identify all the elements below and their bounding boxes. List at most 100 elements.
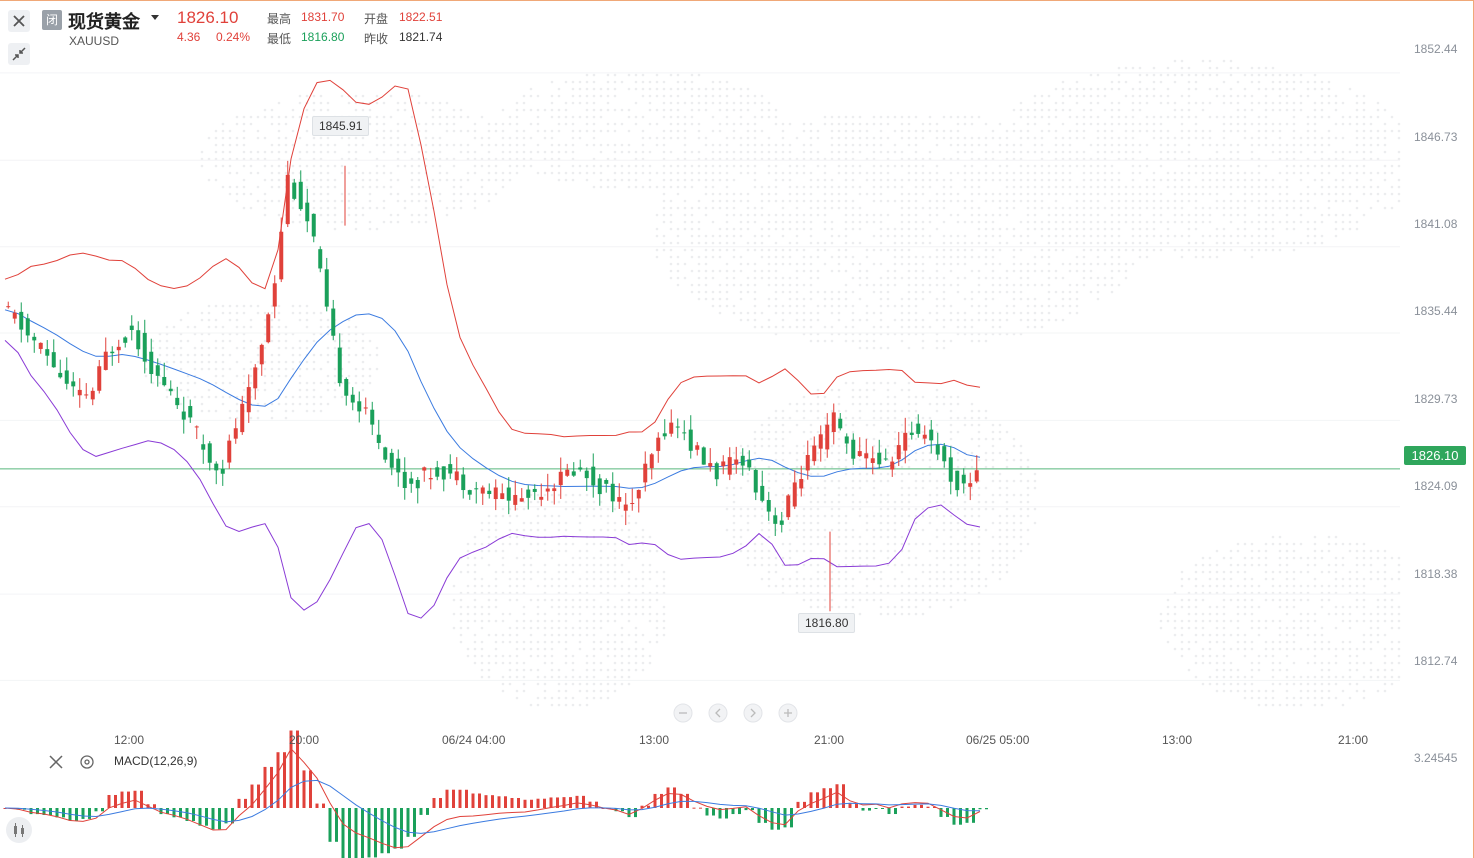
macd-bar bbox=[218, 808, 221, 830]
macd-bar bbox=[829, 788, 832, 808]
macd-bar bbox=[705, 808, 709, 816]
candle-body bbox=[214, 463, 219, 471]
candle-body bbox=[896, 445, 901, 460]
close-chart-button[interactable] bbox=[8, 10, 30, 32]
macd-bar bbox=[94, 808, 98, 812]
macd-bar bbox=[809, 792, 813, 808]
x-tick-label: 20:00 bbox=[289, 733, 320, 747]
candle-body bbox=[909, 432, 914, 435]
candle-body bbox=[311, 213, 316, 237]
candle-body bbox=[513, 494, 518, 505]
candle-body bbox=[747, 459, 752, 468]
candle-body bbox=[539, 496, 544, 500]
collapse-button[interactable] bbox=[8, 43, 30, 65]
candle-body bbox=[461, 474, 466, 491]
candle-body bbox=[916, 423, 921, 434]
candle-body bbox=[97, 366, 102, 391]
candle-body bbox=[103, 351, 108, 370]
instrument-title[interactable]: 现货黄金 bbox=[68, 8, 140, 34]
macd-bar bbox=[510, 797, 514, 808]
candle-body bbox=[805, 455, 810, 471]
chevron-down-icon[interactable] bbox=[151, 15, 159, 20]
macd-bar bbox=[374, 808, 377, 858]
candle-body bbox=[844, 436, 849, 444]
candle-body bbox=[604, 480, 609, 484]
candle-body bbox=[357, 401, 362, 412]
macd-bar bbox=[881, 808, 884, 809]
candle-body bbox=[825, 424, 830, 450]
prev-close-label: 昨收 bbox=[364, 32, 389, 46]
candle-body bbox=[701, 447, 706, 465]
scroll-left-button[interactable] bbox=[708, 703, 728, 723]
y-tick-label: 1841.08 bbox=[1414, 217, 1458, 231]
candle-body bbox=[279, 231, 284, 280]
candle-body bbox=[877, 452, 882, 465]
candle-body bbox=[188, 406, 193, 418]
candle-body bbox=[565, 469, 570, 476]
macd-bar bbox=[959, 808, 962, 825]
candle-body bbox=[415, 479, 420, 489]
candle-body bbox=[32, 336, 37, 341]
candle-body bbox=[318, 249, 323, 269]
macd-axis-top-label: 3.24545 bbox=[1414, 751, 1458, 765]
candle-body bbox=[142, 332, 147, 362]
indicator-settings-button[interactable] bbox=[79, 754, 95, 770]
candle-body bbox=[974, 470, 979, 482]
chart-type-button[interactable] bbox=[6, 817, 32, 843]
candle-body bbox=[688, 429, 693, 451]
candle-body bbox=[402, 471, 407, 489]
macd-bar bbox=[302, 770, 306, 808]
candle-body bbox=[441, 466, 446, 480]
macd-bar bbox=[88, 808, 91, 819]
y-tick-label: 1835.44 bbox=[1414, 304, 1458, 318]
macd-bar bbox=[237, 798, 241, 808]
macd-bar bbox=[367, 808, 371, 858]
candle-body bbox=[136, 330, 141, 350]
candle-body bbox=[630, 503, 635, 505]
close-indicator-button[interactable] bbox=[48, 754, 64, 770]
macd-bar bbox=[75, 808, 78, 821]
macd-bar bbox=[127, 791, 130, 808]
price-change-pct: 0.24% bbox=[216, 30, 251, 44]
macd-bar bbox=[926, 806, 930, 808]
candle-body bbox=[480, 487, 485, 494]
macd-bar bbox=[504, 796, 507, 808]
candle-body bbox=[448, 464, 453, 474]
last-price: 1826.10 bbox=[177, 8, 239, 27]
low-value: 1816.80 bbox=[301, 30, 345, 44]
macd-bar bbox=[868, 808, 871, 811]
candle-body bbox=[708, 463, 713, 467]
candle-body bbox=[370, 409, 375, 425]
candle-body bbox=[922, 434, 927, 439]
macd-bar bbox=[432, 797, 436, 808]
candle-body bbox=[838, 418, 843, 429]
macd-bar bbox=[907, 806, 910, 808]
candle-body bbox=[610, 483, 615, 502]
macd-bar bbox=[309, 770, 312, 808]
macd-bar bbox=[900, 806, 904, 808]
macd-bar bbox=[400, 808, 403, 849]
candle-body bbox=[961, 474, 966, 484]
market-closed-badge: 闭 bbox=[42, 10, 62, 30]
candle-body bbox=[740, 455, 745, 466]
macd-bar bbox=[387, 808, 390, 854]
candle-body bbox=[864, 453, 869, 459]
open-label: 开盘 bbox=[364, 12, 389, 26]
macd-bar bbox=[712, 808, 715, 816]
candles bbox=[6, 160, 979, 537]
candle-body bbox=[292, 182, 297, 199]
macd-bar bbox=[738, 808, 741, 815]
candle-body bbox=[149, 351, 154, 375]
macd-bar bbox=[562, 797, 566, 808]
candle-body bbox=[812, 445, 817, 462]
scroll-right-button[interactable] bbox=[743, 703, 763, 723]
y-tick-label: 1824.09 bbox=[1414, 479, 1458, 493]
candle-body bbox=[552, 488, 557, 492]
boll-mid-line bbox=[4, 309, 981, 489]
zoom-controls[interactable] bbox=[670, 702, 800, 724]
candle-body bbox=[903, 432, 908, 451]
macd-bar bbox=[179, 808, 182, 818]
candle-body bbox=[857, 451, 862, 457]
macd-bar bbox=[887, 808, 891, 815]
price-chart[interactable] bbox=[0, 0, 1474, 858]
